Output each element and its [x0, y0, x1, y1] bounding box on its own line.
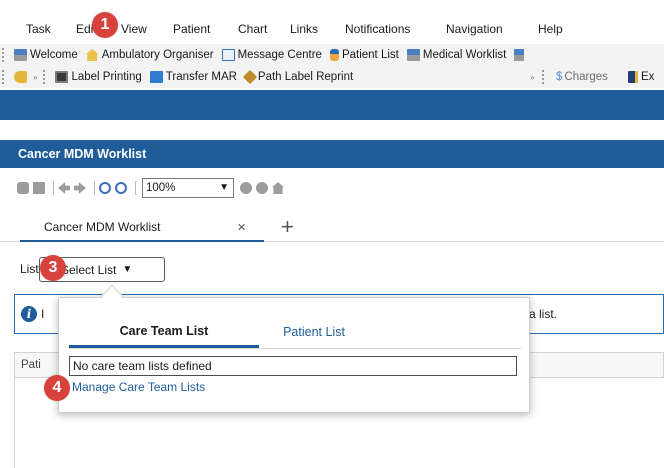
toolbar-grip[interactable]	[2, 70, 10, 84]
callout-badge-3: 3	[40, 255, 66, 281]
dollar-icon: $	[556, 71, 563, 83]
info-icon: i	[21, 306, 37, 322]
select-list-label: Select List	[61, 262, 117, 277]
welcome-icon	[14, 49, 27, 61]
tab-strip: Cancer MDM Worklist × +	[0, 214, 664, 242]
popup-tab-divider	[69, 348, 521, 349]
label-printing-button[interactable]: Label Printing	[55, 71, 142, 83]
charges-button[interactable]: $ Charges	[556, 71, 608, 83]
exit-label: Ex	[641, 71, 655, 83]
stop-icon[interactable]	[240, 182, 252, 194]
callout-badge-4: 4	[44, 375, 70, 401]
menu-navigation[interactable]: Navigation	[446, 22, 503, 36]
tab-label: Cancer MDM Worklist	[44, 220, 161, 234]
binoculars-icon[interactable]	[17, 182, 29, 194]
tag-icon	[242, 69, 257, 85]
forward-icon[interactable]	[74, 182, 86, 194]
message-centre-button[interactable]: Message Centre	[221, 49, 322, 61]
print-icon[interactable]	[33, 182, 45, 194]
menu-task[interactable]: Task	[26, 22, 51, 36]
page-toolbar: 100% ▼	[0, 175, 664, 201]
chevron-down-icon: ▼	[122, 264, 133, 275]
ambulatory-organiser-label: Ambulatory Organiser	[101, 49, 214, 61]
info-text-start: I	[41, 307, 45, 321]
toolbar-separator	[135, 181, 136, 195]
overflow-worklist-icon[interactable]	[514, 49, 525, 61]
close-icon[interactable]: ×	[237, 219, 246, 236]
select-list-popup: Care Team List Patient List No care team…	[58, 297, 530, 413]
toolbar-primary: Welcome Ambulatory Organiser Message Cen…	[0, 44, 664, 66]
tab-care-team-list[interactable]: Care Team List	[69, 316, 259, 348]
ambulatory-organiser-button[interactable]: Ambulatory Organiser	[85, 49, 214, 61]
label-printing-label: Label Printing	[71, 71, 142, 83]
zoom-select[interactable]: 100% ▼	[142, 178, 234, 198]
exit-button[interactable]: Ex	[628, 71, 654, 83]
info-text-end: a list.	[529, 307, 558, 321]
printer-icon	[55, 71, 69, 83]
list-label: List	[20, 262, 39, 276]
toolbar-separator	[53, 181, 54, 195]
refresh-icon[interactable]	[256, 182, 268, 194]
path-label-reprint-label: Path Label Reprint	[257, 71, 354, 83]
worklist-icon	[406, 49, 420, 61]
toolbar-grip[interactable]	[43, 70, 51, 84]
transfer-mar-label: Transfer MAR	[165, 71, 237, 83]
message-centre-label: Message Centre	[237, 49, 322, 61]
toolbar-separator	[94, 181, 95, 195]
overflow-chevron-icon[interactable]: »	[530, 73, 534, 82]
tab-patient-list[interactable]: Patient List	[259, 316, 369, 348]
grid-header-label: Pati	[21, 359, 41, 371]
zoom-out-icon[interactable]	[99, 182, 111, 194]
manage-care-team-lists-link[interactable]: Manage Care Team Lists	[72, 380, 205, 394]
menu-links[interactable]: Links	[290, 22, 318, 36]
tab-cancer-mdm-worklist[interactable]: Cancer MDM Worklist ×	[20, 214, 264, 242]
exit-door-icon	[628, 71, 638, 83]
toolbar-secondary: » Label Printing Transfer MAR Path Label…	[0, 66, 664, 88]
menu-view[interactable]: View	[121, 22, 147, 36]
patient-list-label: Patient List	[341, 49, 399, 61]
toolbar-grip[interactable]	[542, 70, 550, 84]
envelope-icon	[221, 49, 235, 61]
home-icon[interactable]	[272, 182, 284, 194]
page-title: Cancer MDM Worklist	[0, 140, 664, 168]
person-icon	[329, 49, 339, 61]
document-icon	[149, 71, 163, 83]
callout-badge-1: 1	[92, 12, 118, 38]
overflow-chevron-icon[interactable]: »	[33, 73, 37, 82]
patient-list-button[interactable]: Patient List	[329, 49, 399, 61]
menu-patient[interactable]: Patient	[173, 22, 210, 36]
menu-help[interactable]: Help	[538, 22, 563, 36]
toolbar-grip[interactable]	[2, 48, 10, 62]
welcome-label: Welcome	[30, 49, 78, 61]
zoom-value: 100%	[146, 182, 176, 194]
care-team-list-box: No care team lists defined	[69, 356, 517, 376]
chevron-down-icon: ▼	[219, 182, 229, 193]
menu-chart[interactable]: Chart	[238, 22, 267, 36]
header-band	[0, 90, 664, 120]
welcome-button[interactable]: Welcome	[14, 49, 78, 61]
grid-border	[14, 378, 15, 468]
medical-worklist-label: Medical Worklist	[422, 49, 507, 61]
back-icon[interactable]	[58, 182, 70, 194]
charges-label: Charges	[564, 71, 608, 83]
house-icon	[85, 49, 99, 61]
transfer-mar-button[interactable]: Transfer MAR	[149, 71, 237, 83]
path-label-reprint-button[interactable]: Path Label Reprint	[242, 69, 354, 85]
add-tab-icon[interactable]: +	[281, 214, 294, 240]
menu-notifications[interactable]: Notifications	[345, 22, 410, 36]
key-icon[interactable]	[14, 71, 27, 83]
medical-worklist-button[interactable]: Medical Worklist	[406, 49, 507, 61]
zoom-in-icon[interactable]	[115, 182, 127, 194]
